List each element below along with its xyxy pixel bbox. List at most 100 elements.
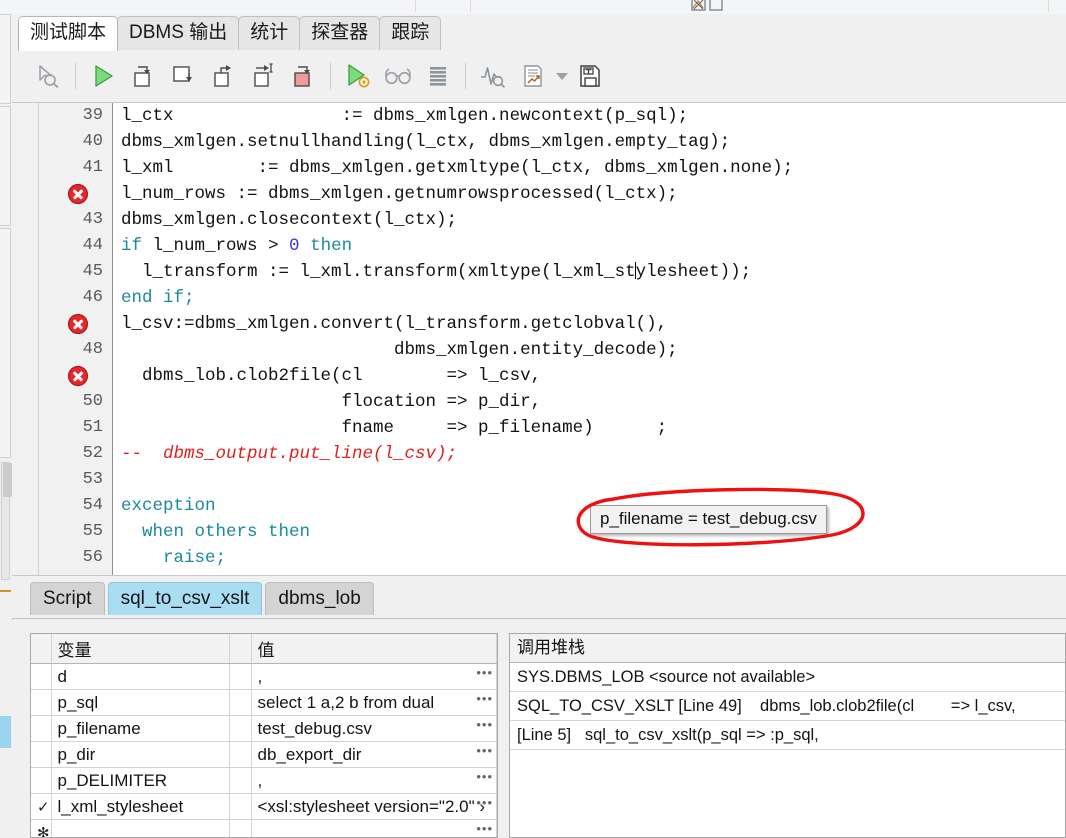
variables-header-value[interactable]: 值 <box>251 634 497 664</box>
value-ellipsis-button[interactable]: ••• <box>476 821 493 836</box>
variable-value-cell[interactable]: <xsl:stylesheet version="2.0" › ••• <box>251 793 497 820</box>
line-number[interactable]: 53 <box>39 467 112 493</box>
row-marker[interactable] <box>31 689 52 716</box>
variable-name-cell[interactable]: d <box>51 663 230 690</box>
breakpoint-error-icon[interactable] <box>39 181 112 207</box>
row-marker[interactable] <box>31 767 52 794</box>
table-row[interactable]: p_filename test_debug.csv ••• <box>31 715 497 742</box>
line-number[interactable]: 54 <box>39 493 112 519</box>
autotrace-icon[interactable] <box>473 56 513 96</box>
step-out-icon[interactable] <box>203 56 243 96</box>
table-row[interactable]: p_DELIMITER , ••• <box>31 767 497 794</box>
tab-dbms-output[interactable]: DBMS 输出 <box>117 16 240 50</box>
value-ellipsis-button[interactable]: ••• <box>476 665 493 680</box>
watch-glasses-icon[interactable] <box>378 56 418 96</box>
line-number[interactable]: 41 <box>39 155 112 181</box>
line-number[interactable]: 44 <box>39 233 112 259</box>
lines-list-icon[interactable] <box>418 56 458 96</box>
run-icon[interactable] <box>83 56 123 96</box>
table-row[interactable]: p_sql select 1 a,2 b from dual ••• <box>31 689 497 716</box>
line-number[interactable]: 48 <box>39 337 112 363</box>
code-line[interactable]: fname => p_filename) ; <box>121 415 1066 441</box>
subtab-dbms-lob[interactable]: dbms_lob <box>265 582 374 615</box>
value-ellipsis-button[interactable]: ••• <box>476 795 493 810</box>
row-marker[interactable]: ✻ <box>31 819 52 837</box>
code-line[interactable]: l_transform := l_xml.transform(xmltype(l… <box>121 259 1066 285</box>
line-number[interactable]: 52 <box>39 441 112 467</box>
step-over-icon[interactable] <box>163 56 203 96</box>
variable-value-cell[interactable]: , ••• <box>251 767 497 794</box>
find-execute-icon[interactable] <box>28 56 68 96</box>
row-marker[interactable] <box>31 663 52 690</box>
call-stack-panel[interactable]: 调用堆栈 SYS.DBMS_LOB <source not available>… <box>509 633 1066 838</box>
dropdown-arrow-icon[interactable] <box>553 56 571 96</box>
tab-test-script[interactable]: 测试脚本 <box>18 16 119 51</box>
line-number[interactable]: 46 <box>39 285 112 311</box>
variables-table[interactable]: 变量 值 d , ••• p_sql select 1 a,2 b from dual •… <box>31 634 497 837</box>
breakpoint-error-icon[interactable] <box>39 363 112 389</box>
tab-profiler[interactable]: 探查器 <box>299 16 381 50</box>
variable-value-cell[interactable]: select 1 a,2 b from dual ••• <box>251 689 497 716</box>
code-line[interactable] <box>121 467 1066 493</box>
code-line[interactable]: dbms_xmlgen.closecontext(l_ctx); <box>121 207 1066 233</box>
table-row[interactable]: ✻ ••• <box>31 819 497 837</box>
code-line[interactable]: flocation => p_dir, <box>121 389 1066 415</box>
save-script-icon[interactable] <box>571 56 611 96</box>
line-number[interactable]: 45 <box>39 259 112 285</box>
variables-header-name[interactable]: 变量 <box>51 634 230 664</box>
line-number[interactable]: 56 <box>39 545 112 571</box>
code-line[interactable]: dbms_xmlgen.setnullhandling(l_ctx, dbms_… <box>121 129 1066 155</box>
table-row[interactable]: p_dir db_export_dir ••• <box>31 741 497 768</box>
line-number[interactable]: 43 <box>39 207 112 233</box>
error-marker-icon[interactable] <box>68 314 88 334</box>
code-line[interactable]: dbms_xmlgen.entity_decode); <box>121 337 1066 363</box>
variable-name-cell[interactable]: l_xml_stylesheet <box>51 793 230 820</box>
left-mini-scrollbar[interactable] <box>1 462 12 580</box>
call-stack-row[interactable]: [Line 5] sql_to_csv_xslt(p_sql => :p_sql… <box>510 721 1065 750</box>
variable-name-cell[interactable]: p_DELIMITER <box>51 767 230 794</box>
error-marker-icon[interactable] <box>68 366 88 386</box>
tab-trace[interactable]: 跟踪 <box>379 16 442 50</box>
value-ellipsis-button[interactable]: ••• <box>476 717 493 732</box>
step-into-icon[interactable] <box>123 56 163 96</box>
stop-icon[interactable] <box>283 56 323 96</box>
code-line[interactable]: raise; <box>121 545 1066 571</box>
variable-name-cell[interactable] <box>51 819 230 837</box>
value-ellipsis-button[interactable]: ••• <box>476 691 493 706</box>
variable-value-cell[interactable]: db_export_dir ••• <box>251 741 497 768</box>
variable-name-cell[interactable]: p_sql <box>51 689 230 716</box>
line-number[interactable]: 55 <box>39 519 112 545</box>
row-marker[interactable]: ✓ <box>31 793 52 820</box>
row-marker[interactable] <box>31 741 52 768</box>
table-row[interactable]: d , ••• <box>31 663 497 690</box>
variable-value-cell[interactable]: test_debug.csv ••• <box>251 715 497 742</box>
variables-panel[interactable]: 变量 值 d , ••• p_sql select 1 a,2 b from dual •… <box>30 633 498 838</box>
code-line[interactable]: -- dbms_output.put_line(l_csv); <box>121 441 1066 467</box>
code-line[interactable]: l_ctx := dbms_xmlgen.newcontext(p_sql); <box>121 103 1066 129</box>
subtab-script[interactable]: Script <box>30 582 105 615</box>
variable-name-cell[interactable]: p_dir <box>51 741 230 768</box>
code-line[interactable]: end if; <box>121 285 1066 311</box>
variable-value-cell[interactable]: , ••• <box>251 663 497 690</box>
code-line[interactable]: l_xml := dbms_xmlgen.getxmltype(l_ctx, d… <box>121 155 1066 181</box>
line-number-gutter[interactable]: 39404143444546485051525354555657 <box>39 103 113 575</box>
code-line[interactable]: dbms_lob.clob2file(cl => l_csv, <box>121 363 1066 389</box>
value-ellipsis-button[interactable]: ••• <box>476 743 493 758</box>
run-to-cursor-icon[interactable] <box>243 56 283 96</box>
subtab-sql-to-csv-xslt[interactable]: sql_to_csv_xslt <box>107 582 263 615</box>
line-number[interactable]: 51 <box>39 415 112 441</box>
code-line[interactable]: l_csv:=dbms_xmlgen.convert(l_transform.g… <box>121 311 1066 337</box>
value-ellipsis-button[interactable]: ••• <box>476 769 493 784</box>
breakpoint-error-icon[interactable] <box>39 311 112 337</box>
explain-plan-icon[interactable] <box>513 56 553 96</box>
line-number[interactable]: 50 <box>39 389 112 415</box>
table-row[interactable]: ✓ l_xml_stylesheet <xsl:stylesheet version… <box>31 793 497 820</box>
line-number[interactable]: 40 <box>39 129 112 155</box>
variable-name-cell[interactable]: p_filename <box>51 715 230 742</box>
call-stack-row[interactable]: SQL_TO_CSV_XSLT [Line 49] dbms_lob.clob2… <box>510 692 1065 721</box>
error-marker-icon[interactable] <box>68 184 88 204</box>
code-editor[interactable]: 39404143444546485051525354555657 l_ctx :… <box>12 103 1066 576</box>
variable-value-cell[interactable]: ••• <box>251 819 497 837</box>
line-number[interactable]: 39 <box>39 103 112 129</box>
code-line[interactable]: if l_num_rows > 0 then <box>121 233 1066 259</box>
